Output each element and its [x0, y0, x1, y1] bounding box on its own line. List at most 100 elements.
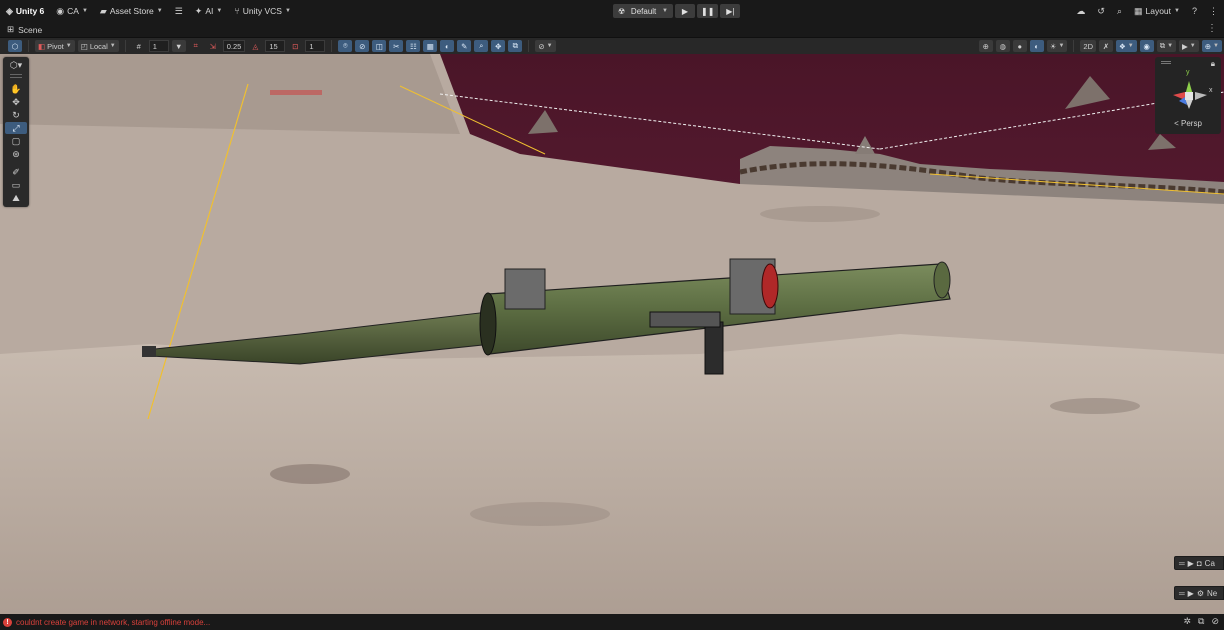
lighting-dropdown[interactable]: ☀ ▼ [1046, 40, 1068, 52]
custom-tool-1[interactable]: ✐ [5, 166, 27, 178]
overlay-toggle-10[interactable]: ✥ [491, 40, 506, 52]
move-snap-toggle[interactable]: ⇲ [206, 40, 220, 52]
play-mode-target-dropdown[interactable]: ☢ Default ▼ [613, 4, 673, 18]
search-button[interactable]: ⌕ [1111, 0, 1128, 22]
toggle-2d[interactable]: 2D [1080, 40, 1097, 52]
shading-wireframe[interactable]: ◍ [995, 40, 1010, 52]
shaded-sphere-icon: ◐ [1034, 41, 1039, 51]
chevron-down-icon: ▼ [65, 43, 72, 49]
tools-menu[interactable]: ⬡▾ [5, 59, 27, 71]
audio-toggle[interactable]: ✗ [1099, 40, 1114, 52]
layout-icon: ▦ [1133, 5, 1143, 16]
unity-menu[interactable]: ◈ Unity 6 [0, 0, 50, 22]
scale-snap-toggle[interactable]: ⊡ [288, 40, 302, 52]
move-tool-icon: ✥ [12, 96, 20, 107]
pivot-toggle[interactable]: ◧ Pivot ▼ [35, 40, 75, 52]
orientation-gizmo[interactable]: 🔒︎ y x < Persp [1155, 57, 1221, 134]
layers-icon: ⧉ [1159, 41, 1166, 50]
orientation-dropdown[interactable]: ⊘ ▼ [535, 40, 556, 52]
overlay-toggle-3[interactable]: ◫ [372, 40, 387, 52]
layers-icon: ⧉ [512, 41, 518, 50]
increment-snap-toggle[interactable]: ⌗ [189, 40, 203, 52]
pause-button[interactable]: ❚❚ [697, 4, 719, 18]
chevron-down-icon: ▼ [156, 8, 163, 14]
grid-snap-toggle[interactable]: # [132, 40, 146, 52]
cloud-button[interactable]: ☁ [1070, 0, 1091, 22]
cloud-icon: ☁ [1076, 5, 1086, 16]
rotate-snap-field[interactable]: 15 [265, 40, 286, 52]
camera-dropdown[interactable]: ▶ ▼ [1179, 40, 1199, 52]
layers-dropdown[interactable]: ⧉ ▼ [1156, 40, 1177, 52]
tab-options-button[interactable]: ⋮ [1207, 23, 1217, 34]
overlay-toggle-7[interactable]: ◐ [440, 40, 455, 52]
shading-solid[interactable]: ● [1012, 40, 1027, 52]
overlay-toggle-1[interactable]: ⌾ [338, 40, 353, 52]
draw-mode-globe[interactable]: ⊕ [978, 40, 993, 52]
divider [28, 40, 29, 52]
camera-icon: ◘ [1196, 558, 1202, 568]
custom-tool-2[interactable]: ▭ [5, 179, 27, 191]
overlay-toggle-5[interactable]: ☷ [406, 40, 421, 52]
frame-icon: ◫ [375, 41, 383, 51]
scale-tool[interactable]: ⤢ [5, 122, 27, 134]
custom-tool-3[interactable]: ⛰ [5, 192, 27, 204]
check-circle-icon[interactable]: ⊘ [1211, 616, 1219, 627]
overlay-toggle-4[interactable]: ✂ [389, 40, 404, 52]
chevron-down-icon: ▼ [1213, 43, 1219, 49]
overlay-toggle-9[interactable]: ⌕ [474, 40, 489, 52]
layout-dropdown[interactable]: ▦ Layout ▼ [1128, 0, 1186, 22]
ai-dropdown[interactable]: ✦ AI ▼ [189, 0, 229, 22]
rotate-tool[interactable]: ↻ [5, 109, 27, 121]
transform-tool[interactable]: ⊛ [5, 148, 27, 160]
radiation-icon: ☢ [618, 6, 626, 16]
account-dropdown[interactable]: ◉ CA ▼ [50, 0, 94, 22]
grid-snap-dropdown[interactable]: ▼ [171, 40, 186, 52]
effects-dropdown[interactable]: ❖ ▼ [1116, 40, 1137, 52]
scene-view-toolbar: ⬡ ◧ Pivot ▼ ◰ Local ▼ # 1 ▼ ⌗ ⇲ 0.25 ◬ 1… [0, 38, 1224, 54]
move-tool[interactable]: ✥ [5, 96, 27, 108]
overlay-toggle-6[interactable]: ▦ [423, 40, 438, 52]
tools-dropdown[interactable]: ⬡ [8, 40, 22, 52]
move-snap-field[interactable]: 0.25 [222, 40, 246, 52]
step-button[interactable]: ▶| [720, 4, 741, 18]
chevron-down-icon: ▼ [284, 8, 291, 14]
rect-tool[interactable]: ▢ [5, 135, 27, 147]
overlay-toggle-11[interactable]: ⧉ [508, 40, 523, 52]
scale-snap-field[interactable]: 1 [305, 40, 326, 52]
palette-grip[interactable] [10, 74, 22, 78]
gizmos-dropdown[interactable]: ⊕ ▼ [1201, 40, 1222, 52]
account-icon: ◉ [56, 5, 65, 16]
shading-shaded[interactable]: ◐ [1029, 40, 1044, 52]
vcs-dropdown[interactable]: ⑂ Unity VCS ▼ [228, 0, 297, 22]
rotate-snap-toggle[interactable]: ◬ [248, 40, 262, 52]
unity-logo-icon: ◈ [6, 5, 13, 16]
pivot-label: Pivot [47, 41, 64, 51]
toolbar-right: ☁ ↺ ⌕ ▦ Layout ▼ ? ⋮ [1070, 0, 1224, 22]
visibility-toggle[interactable]: ◉ [1139, 40, 1154, 52]
history-button[interactable]: ↺ [1091, 0, 1111, 22]
layout-label: Layout [1145, 6, 1172, 16]
help-button[interactable]: ? [1186, 0, 1203, 22]
grid-snap-field[interactable]: 1 [148, 40, 169, 52]
hand-tool-icon: ✋ [10, 83, 22, 94]
status-icons: ✲ ⧉ ⊘ [1183, 616, 1219, 627]
more-menu-button[interactable]: ⋮ [1203, 0, 1224, 22]
overlay-toggle-8[interactable]: ✎ [457, 40, 472, 52]
debug-icon[interactable]: ✲ [1183, 616, 1191, 627]
scene-viewport[interactable]: ⬡▾ ✋ ✥ ↻ ⤢ ▢ ⊛ ✐ ▭ ⛰ 🔒︎ y x < Persp ═ ▶ … [0, 54, 1224, 614]
package-manager-button[interactable]: ☰ [169, 0, 189, 22]
asset-store-dropdown[interactable]: ▰ Asset Store ▼ [94, 0, 169, 22]
overlay-toggle-2[interactable]: ⊘ [355, 40, 370, 52]
overlay-panel-network[interactable]: ═ ▶ ⚙ Ne [1174, 586, 1224, 600]
hand-tool[interactable]: ✋ [5, 83, 27, 95]
space-toggle[interactable]: ◰ Local ▼ [77, 40, 119, 52]
layers-status-icon[interactable]: ⧉ [1198, 616, 1204, 627]
brand-label: Unity 6 [15, 6, 45, 16]
projection-toggle[interactable]: < Persp [1155, 119, 1221, 128]
cube-icon: ⬡ [11, 41, 19, 51]
overlay-panel-camera[interactable]: ═ ▶ ◘ Ca [1174, 556, 1224, 570]
console-message[interactable]: couldnt create game in network, starting… [16, 618, 210, 627]
play-button[interactable]: ▶ [675, 4, 695, 18]
tab-scene[interactable]: ⊞ Scene [0, 24, 42, 35]
